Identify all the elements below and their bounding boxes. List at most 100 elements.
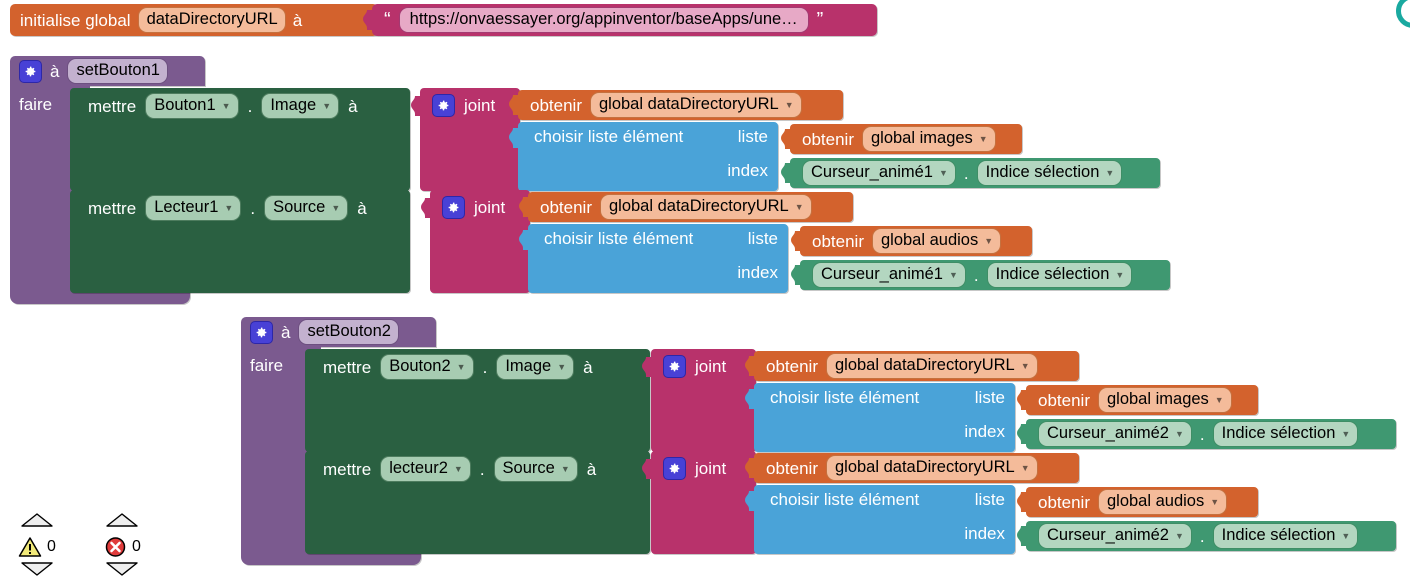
- setter-block-bouton2-image[interactable]: mettre Bouton2 ▼ . Image ▼ à: [305, 349, 650, 452]
- property-dropdown-indice-selection[interactable]: Indice sélection ▼: [1212, 421, 1359, 447]
- select-list-item-block-2[interactable]: choisir liste élément liste index: [519, 224, 788, 293]
- error-indicator[interactable]: 0: [104, 512, 141, 582]
- getter-block-global-images-1[interactable]: obtenir global images ▼: [781, 124, 1022, 154]
- global-variable-name-field[interactable]: dataDirectoryURL: [137, 7, 286, 33]
- join-block-4[interactable]: joint: [642, 451, 756, 554]
- procedure-setBouton2-header[interactable]: à setBouton2: [241, 317, 436, 347]
- list-socket-label: liste: [737, 127, 768, 146]
- getter-block-datadirectoryurl-4[interactable]: obtenir global dataDirectoryURL ▼: [745, 453, 1079, 483]
- component-dropdown-lecteur1[interactable]: Lecteur1 ▼: [145, 195, 242, 221]
- component-dropdown-bouton2[interactable]: Bouton2 ▼: [380, 354, 474, 380]
- quote-open-glyph: “: [384, 9, 391, 31]
- warning-next-arrow[interactable]: [20, 561, 54, 582]
- getter-block-global-images-2[interactable]: obtenir global images ▼: [1017, 385, 1258, 415]
- setter-block-lecteur1-source[interactable]: mettre Lecteur1 ▼ . Source ▼ à: [70, 190, 410, 293]
- value-plug-notch: [411, 96, 421, 116]
- dot-separator: .: [1199, 526, 1205, 546]
- blocks-workspace[interactable]: initialise global dataDirectoryURL à “ h…: [0, 0, 1410, 581]
- getter-variable-dropdown[interactable]: global images ▼: [861, 126, 996, 152]
- setter-label: mettre: [88, 198, 137, 218]
- global-init-block[interactable]: initialise global dataDirectoryURL à: [10, 4, 378, 36]
- value-plug-notch: [745, 389, 755, 409]
- select-list-item-block-4[interactable]: choisir liste élément liste index: [745, 485, 1015, 554]
- property-name-text: Image: [270, 96, 317, 114]
- getter-label: obtenir: [540, 197, 592, 217]
- getter-label: obtenir: [1038, 390, 1090, 410]
- chevron-down-icon: ▼: [794, 202, 804, 212]
- mutator-gear-icon[interactable]: [442, 195, 465, 219]
- warning-prev-arrow[interactable]: [20, 512, 54, 533]
- getter-variable-dropdown[interactable]: global dataDirectoryURL ▼: [589, 92, 802, 118]
- component-getter-curseur2-indice-2[interactable]: Curseur_animé2 ▼ . Indice sélection ▼: [1017, 521, 1396, 551]
- getter-block-datadirectoryurl-2[interactable]: obtenir global dataDirectoryURL ▼: [519, 192, 853, 222]
- mutator-gear-icon[interactable]: [432, 93, 455, 117]
- getter-variable-text: global dataDirectoryURL: [834, 356, 1015, 374]
- property-dropdown-image[interactable]: Image ▼: [261, 93, 340, 119]
- property-name-text: Indice sélection: [1221, 526, 1336, 544]
- getter-block-global-audios-2[interactable]: obtenir global audios ▼: [1017, 487, 1258, 517]
- getter-block-datadirectoryurl-3[interactable]: obtenir global dataDirectoryURL ▼: [745, 351, 1079, 381]
- text-value-field[interactable]: https://onvaessayer.org/appinventor/base…: [398, 7, 809, 33]
- property-name-text: Indice sélection: [995, 265, 1110, 283]
- getter-block-global-audios-1[interactable]: obtenir global audios ▼: [791, 226, 1032, 256]
- component-dropdown-lecteur2[interactable]: lecteur2 ▼: [380, 456, 471, 482]
- join-block-2[interactable]: joint: [421, 190, 530, 293]
- getter-variable-dropdown[interactable]: global audios ▼: [871, 228, 1002, 254]
- property-dropdown-image[interactable]: Image ▼: [496, 354, 575, 380]
- mutator-gear-icon[interactable]: [663, 354, 686, 378]
- getter-variable-dropdown[interactable]: global dataDirectoryURL ▼: [825, 455, 1038, 481]
- getter-variable-dropdown[interactable]: global audios ▼: [1097, 489, 1228, 515]
- procedure-name-field[interactable]: setBouton2: [298, 319, 399, 345]
- text-string-block[interactable]: “ https://onvaessayer.org/appinventor/ba…: [363, 4, 877, 36]
- join-block-3[interactable]: joint: [642, 349, 756, 452]
- getter-variable-dropdown[interactable]: global images ▼: [1097, 387, 1232, 413]
- mutator-gear-icon[interactable]: [250, 320, 273, 344]
- component-dropdown-curseur-anime2[interactable]: Curseur_animé2 ▼: [1038, 421, 1192, 447]
- property-dropdown-indice-selection[interactable]: Indice sélection ▼: [1212, 523, 1359, 549]
- dot-separator: .: [973, 265, 979, 285]
- global-init-assign-label: à: [292, 10, 303, 30]
- getter-label: obtenir: [530, 95, 582, 115]
- warning-indicator[interactable]: 0: [18, 512, 56, 582]
- component-dropdown-curseur-anime1[interactable]: Curseur_animé1 ▼: [802, 160, 956, 186]
- component-getter-curseur1-indice-2[interactable]: Curseur_animé1 ▼ . Indice sélection ▼: [791, 260, 1170, 290]
- component-dropdown-curseur-anime2[interactable]: Curseur_animé2 ▼: [1038, 523, 1192, 549]
- value-plug-notch: [791, 231, 801, 251]
- getter-variable-dropdown[interactable]: global dataDirectoryURL ▼: [825, 353, 1038, 379]
- setter-block-lecteur2-source[interactable]: mettre lecteur2 ▼ . Source ▼ à: [305, 451, 650, 554]
- select-list-item-block-1[interactable]: choisir liste élément liste index: [509, 122, 778, 191]
- mutator-gear-icon[interactable]: [663, 456, 686, 480]
- value-plug-notch: [1017, 492, 1027, 512]
- procedure-name-field[interactable]: setBouton1: [67, 58, 168, 84]
- component-getter-curseur1-indice-1[interactable]: Curseur_animé1 ▼ . Indice sélection ▼: [781, 158, 1160, 188]
- component-dropdown-bouton1[interactable]: Bouton1 ▼: [145, 93, 239, 119]
- select-list-item-label: choisir liste élément: [534, 127, 684, 146]
- setter-block-bouton1-image[interactable]: mettre Bouton1 ▼ . Image ▼ à: [70, 88, 410, 191]
- error-next-arrow[interactable]: [105, 561, 139, 582]
- mutator-gear-icon[interactable]: [19, 59, 42, 83]
- property-dropdown-indice-selection[interactable]: Indice sélection ▼: [976, 160, 1123, 186]
- index-socket-label: index: [737, 263, 778, 282]
- value-plug-notch: [781, 129, 791, 149]
- procedure-setBouton1-do-label: faire: [19, 95, 53, 114]
- getter-variable-dropdown[interactable]: global dataDirectoryURL ▼: [599, 194, 812, 220]
- procedure-setBouton1-header[interactable]: à setBouton1: [10, 56, 205, 86]
- chevron-down-icon: ▼: [224, 203, 234, 213]
- getter-variable-text: global dataDirectoryURL: [598, 95, 779, 113]
- property-dropdown-source[interactable]: Source ▼: [264, 195, 349, 221]
- getter-block-datadirectoryurl-1[interactable]: obtenir global dataDirectoryURL ▼: [509, 90, 843, 120]
- setter-label: mettre: [323, 459, 372, 479]
- property-dropdown-indice-selection[interactable]: Indice sélection ▼: [986, 262, 1133, 288]
- setter-label: mettre: [323, 357, 372, 377]
- join-block-1[interactable]: joint: [411, 88, 520, 191]
- join-label: joint: [695, 458, 727, 478]
- dot-separator: .: [1199, 424, 1205, 444]
- select-list-item-block-3[interactable]: choisir liste élément liste index: [745, 383, 1015, 452]
- select-list-item-label: choisir liste élément: [770, 490, 920, 509]
- error-prev-arrow[interactable]: [105, 512, 139, 533]
- component-getter-curseur2-indice-1[interactable]: Curseur_animé2 ▼ . Indice sélection ▼: [1017, 419, 1396, 449]
- chevron-down-icon: ▼: [1214, 395, 1224, 405]
- component-name-text: Bouton2: [389, 357, 451, 375]
- property-dropdown-source[interactable]: Source ▼: [493, 456, 578, 482]
- component-dropdown-curseur-anime1[interactable]: Curseur_animé1 ▼: [812, 262, 966, 288]
